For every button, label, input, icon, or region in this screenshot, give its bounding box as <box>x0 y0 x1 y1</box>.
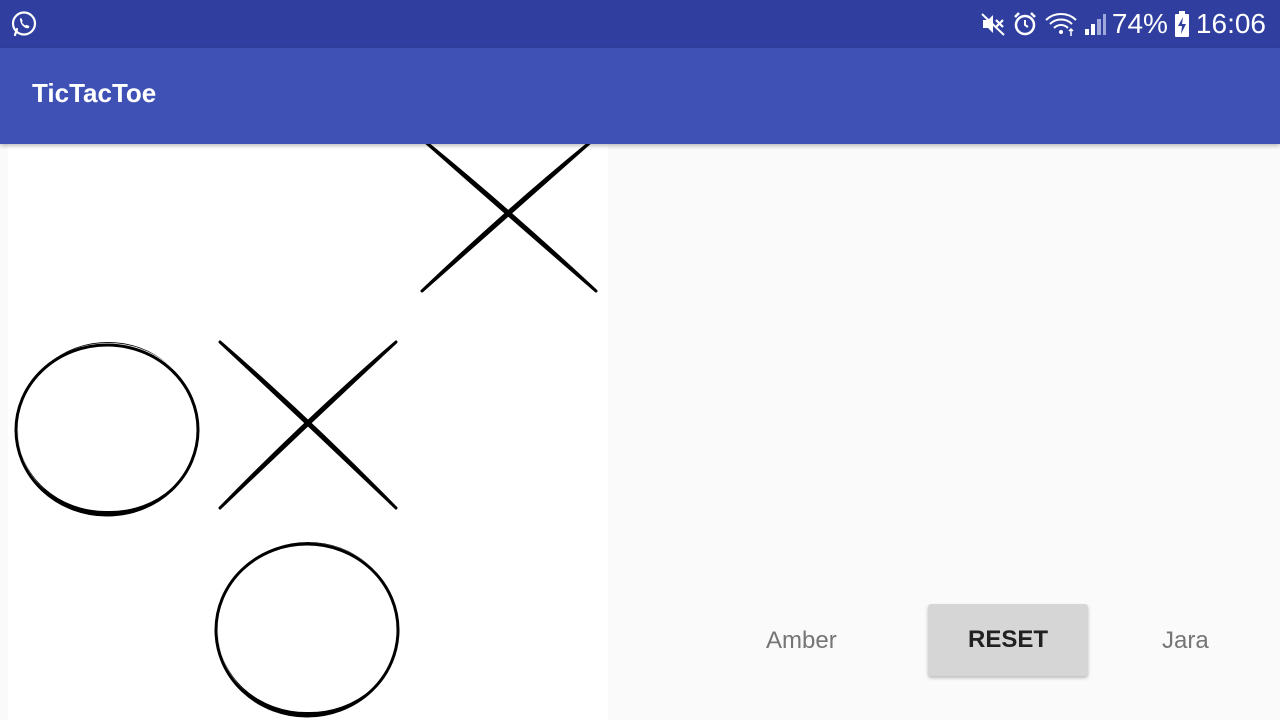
x-mark <box>218 340 398 510</box>
board-cell-0-2[interactable] <box>408 144 608 309</box>
board-cell-2-2[interactable] <box>408 530 608 720</box>
status-bar: 74% 16:06 <box>0 0 1280 48</box>
controls-row: Amber RESET Jara <box>700 600 1280 680</box>
wifi-icon <box>1044 11 1078 37</box>
battery-charging-icon <box>1174 10 1190 38</box>
board-cell-0-1[interactable] <box>208 144 408 344</box>
mute-icon <box>980 11 1006 37</box>
o-mark <box>14 341 200 517</box>
app-title: TicTacToe <box>32 78 157 108</box>
app-bar: TicTacToe <box>0 48 1280 144</box>
player-two-name: Jara <box>1162 627 1209 654</box>
x-mark <box>420 144 598 293</box>
status-icons: 74% 16:06 <box>980 0 1266 48</box>
player-one-name: Amber <box>766 627 837 654</box>
board-cell-2-1[interactable] <box>208 530 408 720</box>
clock: 16:06 <box>1195 8 1266 39</box>
board-cell-2-0[interactable] <box>8 530 208 720</box>
reset-button[interactable]: RESET <box>928 604 1088 676</box>
board-cell-1-0[interactable] <box>8 330 208 530</box>
o-mark <box>214 541 400 718</box>
whatsapp-icon <box>10 10 38 38</box>
game-board[interactable] <box>8 144 608 720</box>
board-cell-1-2[interactable] <box>408 330 608 530</box>
alarm-icon <box>1012 11 1038 37</box>
board-cell-0-0[interactable] <box>8 144 208 344</box>
signal-icon <box>1084 11 1106 37</box>
board-cell-1-1[interactable] <box>208 330 408 530</box>
battery-percent: 74% <box>1111 8 1168 39</box>
